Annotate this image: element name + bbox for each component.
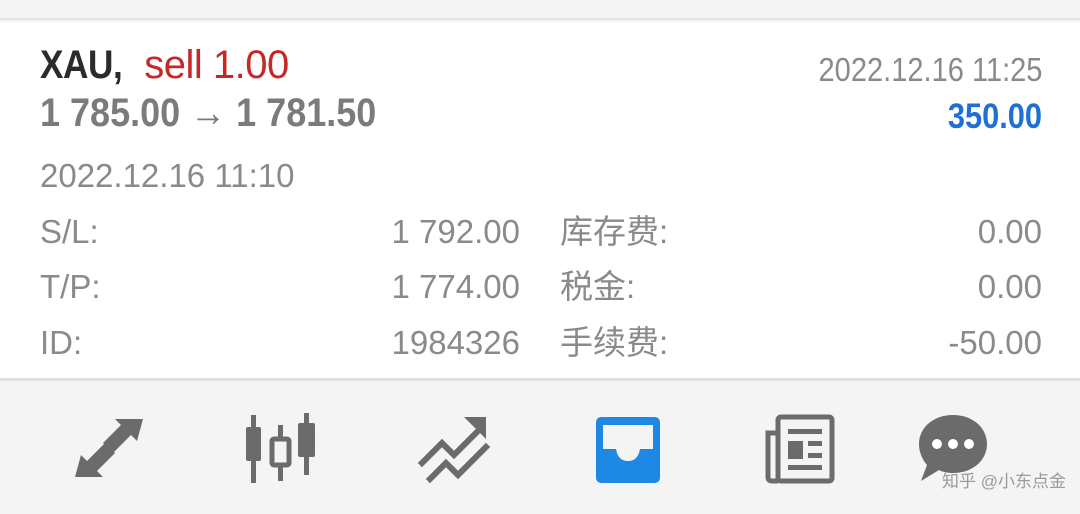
watermark: 知乎 @小东点金 [942, 472, 1066, 491]
commission-value: -50.00 [948, 324, 1042, 361]
current-price: 1 781.50 [236, 91, 377, 135]
position-card[interactable]: XAU, sell 1.00 1 785.00 → 1 781.50 2022.… [0, 22, 1080, 378]
chart-candles-icon [246, 413, 315, 483]
detail-row-sl: S/L: 1 792.00 库存费: 0.00 [0, 210, 1080, 254]
profit-value: 350.00 [947, 97, 1042, 136]
open-time: 2022.12.16 11:10 [40, 157, 295, 194]
symbol-line: XAU, sell 1.00 [40, 42, 289, 88]
id-label: ID: [40, 324, 83, 361]
detail-row-tp: T/P: 1 774.00 税金: 0.00 [0, 265, 1080, 309]
price-line: 1 785.00 → 1 781.50 [40, 90, 376, 136]
commission-label: 手续费: [560, 324, 669, 361]
close-time: 2022.12.16 11:25 [818, 51, 1042, 88]
swap-value: 0.00 [977, 213, 1042, 250]
tp-label: T/P: [40, 268, 101, 305]
id-value: 1984326 [391, 324, 520, 361]
history-tray-icon [596, 417, 660, 483]
quotes-tab[interactable] [71, 411, 147, 487]
trade-type: sell 1.00 [144, 43, 289, 87]
tax-label: 税金: [560, 268, 636, 305]
news-tab[interactable] [762, 411, 838, 487]
symbol: XAU, [40, 43, 123, 87]
news-icon [765, 414, 835, 484]
tp-value: 1 774.00 [391, 268, 520, 305]
sl-value: 1 792.00 [391, 213, 520, 250]
arrow-icon: → [190, 91, 227, 135]
tax-value: 0.00 [977, 268, 1042, 305]
open-price: 1 785.00 [40, 91, 181, 135]
swap-label: 库存费: [560, 213, 669, 250]
bottom-toolbar: 知乎 @小东点金 [0, 381, 1080, 514]
history-tab[interactable] [590, 411, 666, 487]
top-divider [0, 0, 1080, 20]
chart-tab[interactable] [242, 411, 318, 487]
trade-tab[interactable] [416, 411, 492, 487]
detail-row-id: ID: 1984326 手续费: -50.00 [0, 321, 1080, 365]
sl-label: S/L: [40, 213, 99, 250]
trade-trend-icon [417, 417, 491, 484]
quotes-arrows-icon [75, 419, 143, 477]
